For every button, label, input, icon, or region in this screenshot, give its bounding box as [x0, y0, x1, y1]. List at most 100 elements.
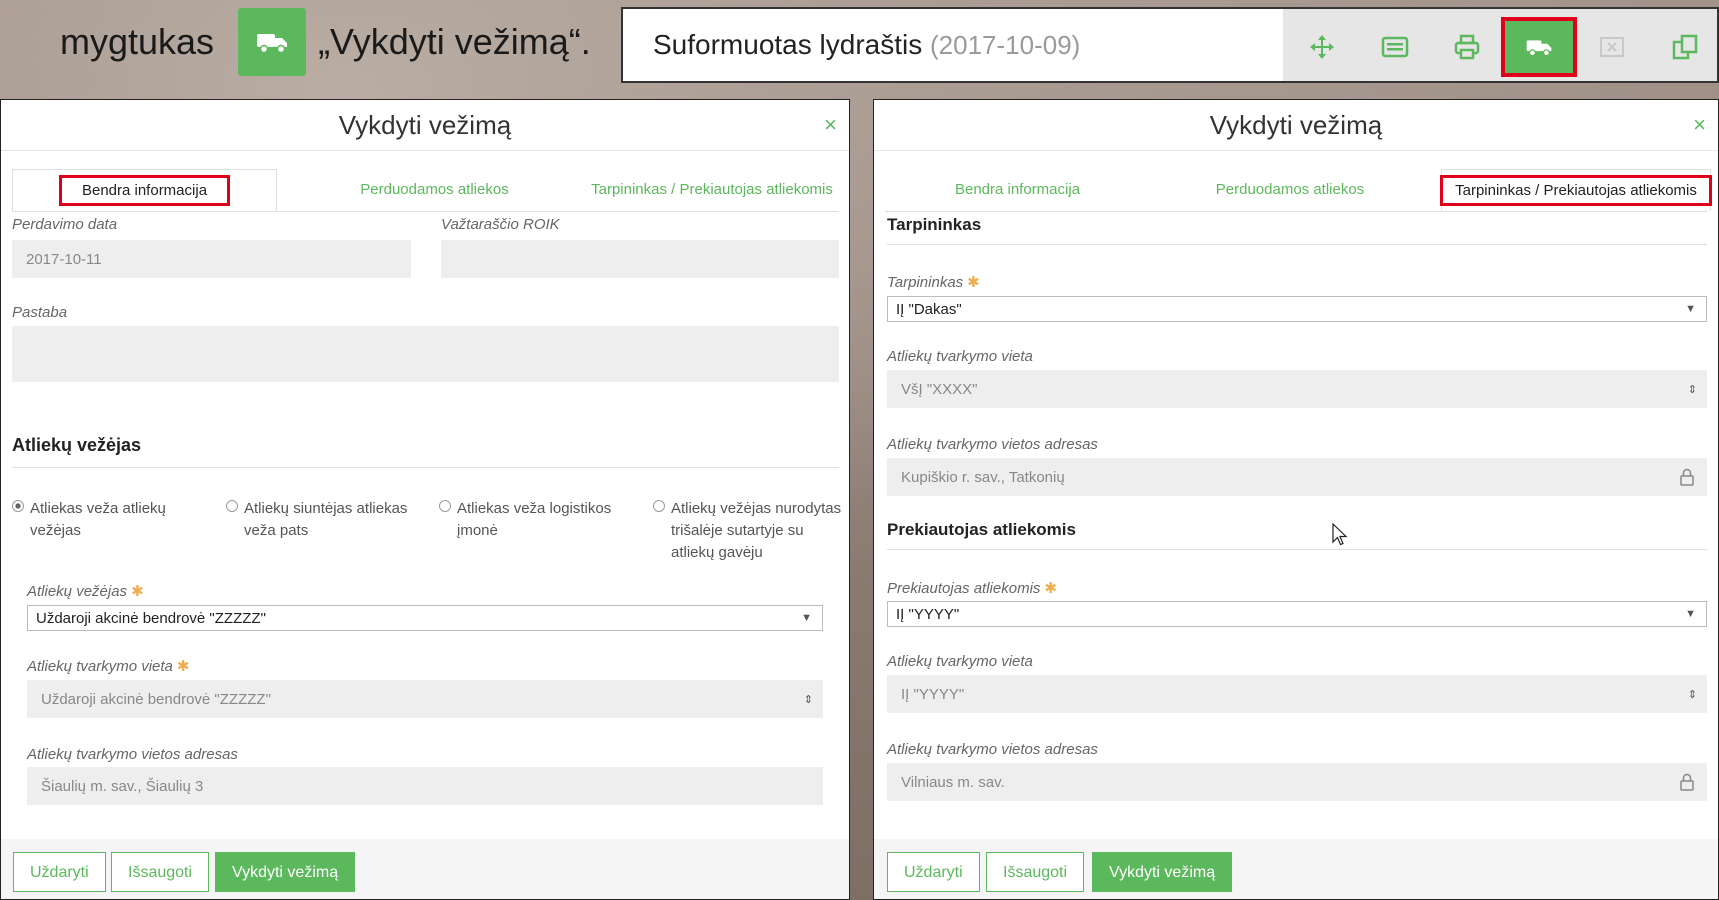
dialog-broker-dealer: Vykdyti vežimą × Bendra informacija Perd…: [873, 99, 1719, 900]
carrier-select[interactable]: Uždaroji akcinė bendrovė "ZZZZZ" ▼: [27, 605, 823, 631]
execute-transport-submit[interactable]: Vykdyti vežimą: [215, 852, 356, 892]
radio-logistics-company[interactable]: Atliekas veža logistikos įmonė: [439, 498, 639, 539]
close-button[interactable]: Uždaryti: [887, 852, 980, 892]
tab-transferred-waste[interactable]: Perduodamos atliekos: [292, 169, 577, 211]
mouse-pointer-icon: [1332, 523, 1348, 546]
waste-site-select[interactable]: Uždaroji akcinė bendrovė "ZZZZZ" ⇕: [27, 680, 823, 718]
tab-general-info[interactable]: Bendra informacija: [885, 169, 1150, 211]
dialog-title: Vykdyti vežimą ×: [1, 100, 849, 150]
dialog-title: Vykdyti vežimą ×: [874, 100, 1718, 150]
radio-tripartite-contract[interactable]: Atliekų vežėjas nurodytas trišalėje suta…: [653, 498, 843, 561]
updown-icon: ⇕: [803, 693, 813, 706]
save-button[interactable]: Išsaugoti: [986, 852, 1085, 892]
print-button[interactable]: [1431, 19, 1503, 75]
note-textarea[interactable]: [12, 326, 839, 382]
chevron-down-icon: ▼: [1685, 303, 1696, 315]
toolbar-actions: [1283, 9, 1717, 81]
tab-label: Bendra informacija: [58, 175, 231, 206]
waste-site-value: Uždaroji akcinė bendrovė "ZZZZZ": [41, 690, 271, 708]
tab-broker-dealer[interactable]: Tarpininkas / Prekiautojas atliekomis: [577, 169, 847, 211]
instruction-prefix: mygtukas: [60, 21, 215, 62]
tab-transferred-waste[interactable]: Perduodamos atliekos: [1165, 169, 1415, 211]
dealer-site-value: IĮ "YYYY": [901, 685, 965, 703]
tab-general-info[interactable]: Bendra informacija: [12, 169, 277, 211]
save-button[interactable]: Išsaugoti: [111, 852, 210, 892]
truck-button-sample: [238, 8, 307, 76]
radio-selected-icon: [12, 500, 24, 512]
copy-icon: [1672, 34, 1698, 60]
dealer-select-value: IĮ "YYYY": [896, 605, 960, 623]
broker-address-label: Atliekų tvarkymo vietos adresas: [887, 436, 1098, 453]
dealer-site-label: Atliekų tvarkymo vieta: [887, 653, 1033, 670]
instruction-quote: „Vykdyti vežimą“.: [318, 21, 591, 62]
transfer-date-input[interactable]: 2017-10-11: [12, 240, 411, 278]
carrier-section-heading: Atliekų vežėjas: [12, 435, 142, 455]
dialog-title-text: Vykdyti vežimą: [338, 110, 512, 140]
updown-icon: ⇕: [1687, 383, 1697, 396]
broker-site-select[interactable]: VšĮ "XXXX" ⇕: [887, 370, 1707, 408]
print-icon: [1454, 34, 1480, 60]
radio-icon: [439, 500, 451, 512]
dealer-label: Prekiautojas atliekomis ✱: [887, 580, 1057, 597]
transfer-date-label: Perdavimo data: [12, 216, 118, 233]
waste-site-address-input[interactable]: Šiaulių m. sav., Šiaulių 3: [27, 767, 823, 805]
document-title-text: Suformuotas lydraštis: [653, 29, 923, 60]
waste-site-address-label: Atliekų tvarkymo vietos adresas: [27, 746, 238, 763]
close-icon[interactable]: ×: [1693, 100, 1706, 150]
dealer-section-heading: Prekiautojas atliekomis: [887, 520, 1076, 539]
carrier-select-value: Uždaroji akcinė bendrovė "ZZZZZ": [36, 609, 266, 627]
document-date: (2017-10-09): [930, 30, 1081, 60]
radio-label: Atliekas veža logistikos įmonė: [457, 500, 612, 539]
dealer-site-select[interactable]: IĮ "YYYY" ⇕: [887, 675, 1707, 713]
dealer-address-input: Vilniaus m. sav.: [887, 763, 1707, 801]
dealer-address-value: Vilniaus m. sav.: [901, 773, 1005, 791]
broker-label: Tarpininkas ✱: [887, 274, 980, 291]
dialog-general-info: Vykdyti vežimą × Bendra informacija Perd…: [0, 99, 850, 900]
execute-transport-submit[interactable]: Vykdyti vežimą: [1092, 852, 1233, 892]
broker-site-label: Atliekų tvarkymo vieta: [887, 348, 1033, 365]
waste-site-label: Atliekų tvarkymo vieta ✱: [27, 658, 190, 675]
dealer-address-label: Atliekų tvarkymo vietos adresas: [887, 741, 1098, 758]
roik-input[interactable]: [441, 240, 839, 278]
tab-broker-dealer[interactable]: Tarpininkas / Prekiautojas atliekomis: [1440, 169, 1712, 211]
radio-label: Atliekų siuntėjas atliekas veža pats: [244, 500, 408, 539]
lock-icon: [1680, 773, 1694, 791]
broker-section-heading: Tarpininkas: [887, 215, 982, 234]
tab-bar: Bendra informacija Perduodamos atliekos …: [12, 169, 838, 212]
document-toolbar: Suformuotas lydraštis (2017-10-09): [621, 7, 1719, 83]
truck-icon: [1526, 40, 1552, 57]
list-button[interactable]: [1359, 19, 1431, 75]
broker-site-value: VšĮ "XXXX": [901, 380, 978, 398]
updown-icon: ⇕: [1687, 688, 1697, 701]
note-label: Pastaba: [12, 304, 68, 321]
broker-address-value: Kupiškio r. sav., Tatkonių: [901, 468, 1065, 486]
radio-sender-transports[interactable]: Atliekų siuntėjas atliekas veža pats: [226, 498, 426, 539]
list-icon: [1381, 36, 1409, 58]
close-icon[interactable]: ×: [824, 100, 837, 150]
chevron-down-icon: ▼: [1685, 608, 1696, 620]
execute-transport-button[interactable]: [1501, 17, 1577, 77]
radio-icon: [226, 500, 238, 512]
carrier-label: Atliekų vežėjas ✱: [27, 583, 144, 600]
radio-carrier-transports[interactable]: Atliekas veža atliekų vežėjas: [12, 498, 202, 539]
lock-icon: [1680, 468, 1694, 486]
copy-button[interactable]: [1649, 19, 1719, 75]
dialog-title-text: Vykdyti vežimą: [1209, 110, 1383, 140]
cancel-button[interactable]: [1576, 19, 1648, 75]
move-icon: [1310, 35, 1334, 59]
broker-select[interactable]: IĮ "Dakas" ▼: [887, 296, 1707, 322]
tab-label: Tarpininkas / Prekiautojas atliekomis: [1440, 175, 1712, 206]
close-button[interactable]: Uždaryti: [13, 852, 106, 892]
radio-icon: [653, 500, 665, 512]
radio-label: Atliekas veža atliekų vežėjas: [30, 500, 166, 539]
broker-select-value: IĮ "Dakas": [896, 300, 962, 318]
document-title: Suformuotas lydraštis (2017-10-09): [653, 29, 1080, 61]
move-button[interactable]: [1286, 19, 1358, 75]
instruction-line: mygtukas „Vykdyti vežimą“.: [60, 8, 591, 76]
radio-label: Atliekų vežėjas nurodytas trišalėje suta…: [671, 500, 842, 561]
tab-bar: Bendra informacija Perduodamos atliekos …: [885, 169, 1712, 212]
dialog-footer: Uždaryti Išsaugoti Vykdyti vežimą: [874, 839, 1718, 899]
roik-label: Važtaraščio ROIK: [441, 216, 560, 233]
truck-icon: [257, 34, 288, 54]
dealer-select[interactable]: IĮ "YYYY" ▼: [887, 601, 1707, 627]
